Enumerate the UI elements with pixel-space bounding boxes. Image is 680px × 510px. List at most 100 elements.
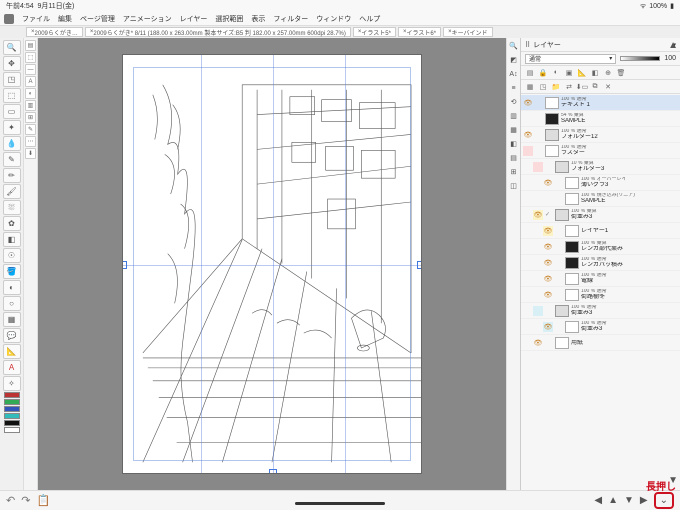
new-folder-icon[interactable]: 📁 bbox=[551, 82, 561, 92]
transfer-icon[interactable]: ⇄ bbox=[564, 82, 574, 92]
rtool-text[interactable]: A↕ bbox=[508, 68, 519, 80]
menu-file[interactable]: ファイル bbox=[22, 14, 50, 24]
color-green[interactable] bbox=[4, 399, 20, 405]
color-white[interactable] bbox=[4, 427, 20, 433]
layer-row[interactable]: 👁用紙 bbox=[521, 335, 680, 351]
color-cyan[interactable] bbox=[4, 413, 20, 419]
menu-window[interactable]: ウィンドウ bbox=[316, 14, 351, 24]
tool-fill[interactable]: 🪣 bbox=[3, 264, 21, 279]
rtool-x4[interactable]: ⊞ bbox=[508, 166, 519, 178]
visibility-toggle[interactable] bbox=[533, 162, 543, 172]
redo-icon[interactable]: ↷ bbox=[21, 494, 30, 507]
scroll-up-icon[interactable]: ▲ bbox=[668, 40, 678, 51]
tool-balloon[interactable]: 💬 bbox=[3, 328, 21, 343]
layer-row[interactable]: 100 % 焼き込み(リニア)SAMPLE bbox=[521, 191, 680, 207]
layer-row[interactable]: 👁100 % 通常街路樹冬 bbox=[521, 287, 680, 303]
ref-icon[interactable]: ▣ bbox=[564, 68, 574, 78]
new-raster-icon[interactable]: ▦ bbox=[525, 82, 535, 92]
menu-page[interactable]: ページ管理 bbox=[80, 14, 115, 24]
layer-row[interactable]: 👁100 % 通常テキスト 1 bbox=[521, 95, 680, 111]
visibility-toggle[interactable] bbox=[543, 194, 553, 204]
visibility-toggle[interactable]: 👁 bbox=[523, 130, 533, 140]
home-indicator[interactable] bbox=[295, 502, 385, 505]
visibility-toggle[interactable]: 👁 bbox=[523, 98, 533, 108]
sub-2[interactable]: ⬚ bbox=[25, 52, 36, 63]
tool-layermove[interactable]: ⬚ bbox=[3, 88, 21, 103]
sub-b[interactable]: ◐ bbox=[25, 88, 36, 99]
layer-row[interactable]: 👁100 % 通常電線 bbox=[521, 271, 680, 287]
trash-icon[interactable]: ✕ bbox=[603, 82, 613, 92]
sub-7[interactable]: ✎ bbox=[25, 124, 36, 135]
menu-anim[interactable]: アニメーション bbox=[123, 14, 172, 24]
layer-row[interactable]: 100 % 通常ラスター bbox=[521, 143, 680, 159]
tool-select[interactable]: ▭ bbox=[3, 104, 21, 119]
tool-shape[interactable]: ○ bbox=[3, 296, 21, 311]
layer-row[interactable]: 👁100 % 乗算レンガ部代案み bbox=[521, 239, 680, 255]
panel-grip-icon[interactable]: ⠿ bbox=[525, 41, 530, 49]
undo-icon[interactable]: ↶ bbox=[6, 494, 15, 507]
mask-icon[interactable]: ◐ bbox=[551, 68, 561, 78]
tool-pen[interactable]: ✎ bbox=[3, 152, 21, 167]
blend-mode-select[interactable]: 通常▾ bbox=[525, 54, 616, 64]
visibility-toggle[interactable]: 👁 bbox=[543, 242, 553, 252]
layer-row[interactable]: 👁レイヤー1 bbox=[521, 223, 680, 239]
tab-1[interactable]: × 2009らくがき… bbox=[26, 27, 83, 37]
layer-row[interactable]: 👁100 % 通常レンガパッ積み bbox=[521, 255, 680, 271]
sub-9[interactable]: ⬇ bbox=[25, 148, 36, 159]
visibility-toggle[interactable]: 👁 bbox=[543, 258, 553, 268]
visibility-toggle[interactable]: 👁 bbox=[533, 338, 543, 348]
visibility-toggle[interactable] bbox=[523, 146, 533, 156]
ruler-icon[interactable]: 📐 bbox=[577, 68, 587, 78]
layer-row[interactable]: 10 % 乗算フォルダー3 bbox=[521, 159, 680, 175]
layer-row[interactable]: 54 % 乗算SAMPLE bbox=[521, 111, 680, 127]
tool-brush[interactable]: 🖌 bbox=[3, 184, 21, 199]
clipboard-icon[interactable]: 📋 bbox=[36, 494, 50, 507]
tool-ruler[interactable]: 📐 bbox=[3, 344, 21, 359]
menu-view[interactable]: 表示 bbox=[251, 14, 265, 24]
color-blue[interactable] bbox=[4, 406, 20, 412]
sub-1[interactable]: ▤ bbox=[25, 40, 36, 51]
tab-4[interactable]: × イラスト6* bbox=[398, 27, 441, 37]
rtool-x3[interactable]: ▤ bbox=[508, 152, 519, 164]
visibility-toggle[interactable]: 👁 bbox=[543, 274, 553, 284]
layer-row[interactable]: 👁100 % 通常フォルダー12 bbox=[521, 127, 680, 143]
opacity-slider[interactable] bbox=[620, 56, 660, 61]
sub-8[interactable]: ⋯ bbox=[25, 136, 36, 147]
sub-3[interactable]: — bbox=[25, 64, 36, 75]
combine-icon[interactable]: ⊕ bbox=[603, 68, 613, 78]
visibility-toggle[interactable]: 👁 bbox=[543, 322, 553, 332]
visibility-toggle[interactable]: 👁 bbox=[543, 290, 553, 300]
menu-help[interactable]: ヘルプ bbox=[359, 14, 380, 24]
nav-expand-icon[interactable]: ⌄ bbox=[660, 495, 668, 506]
tool-grad[interactable]: ◐ bbox=[3, 280, 21, 295]
new-layer-icon[interactable]: ▤ bbox=[525, 68, 535, 78]
tool-frame[interactable]: ▦ bbox=[3, 312, 21, 327]
color-black[interactable] bbox=[4, 420, 20, 426]
rtool-hist[interactable]: ≡ bbox=[508, 82, 519, 94]
visibility-toggle[interactable] bbox=[533, 306, 543, 316]
tool-operate[interactable]: ◳ bbox=[3, 72, 21, 87]
canvas[interactable] bbox=[122, 54, 422, 474]
rtool-search[interactable]: 🔍 bbox=[508, 40, 519, 52]
tool-pencil[interactable]: ✏ bbox=[3, 168, 21, 183]
menu-layer[interactable]: レイヤー bbox=[180, 14, 208, 24]
rtool-x1[interactable]: ▦ bbox=[508, 124, 519, 136]
visibility-toggle[interactable]: 👁 bbox=[533, 210, 543, 220]
layer-row[interactable]: 👁✓100 % 乗算街並み3 bbox=[521, 207, 680, 223]
dup-icon[interactable]: ⧉ bbox=[590, 82, 600, 92]
tab-3[interactable]: × イラスト5* bbox=[353, 27, 396, 37]
tool-deco[interactable]: ✿ bbox=[3, 216, 21, 231]
menu-filter[interactable]: フィルター bbox=[273, 14, 308, 24]
layer-row[interactable]: 👁100 % 通常街並み3 bbox=[521, 319, 680, 335]
menu-select[interactable]: 選択範囲 bbox=[215, 14, 243, 24]
tool-zoom[interactable]: 🔍 bbox=[3, 40, 21, 55]
nav-right-icon[interactable]: ▶ bbox=[640, 495, 648, 506]
tool-wand[interactable]: ✦ bbox=[3, 120, 21, 135]
sub-a[interactable]: A bbox=[25, 76, 36, 87]
tool-eyedrop[interactable]: 💧 bbox=[3, 136, 21, 151]
rtool-mat[interactable]: ▥ bbox=[508, 110, 519, 122]
nav-up-icon[interactable]: ▲ bbox=[608, 495, 618, 506]
tool-text[interactable]: A bbox=[3, 360, 21, 375]
rtool-x5[interactable]: ◫ bbox=[508, 180, 519, 192]
tool-move[interactable]: ✥ bbox=[3, 56, 21, 71]
